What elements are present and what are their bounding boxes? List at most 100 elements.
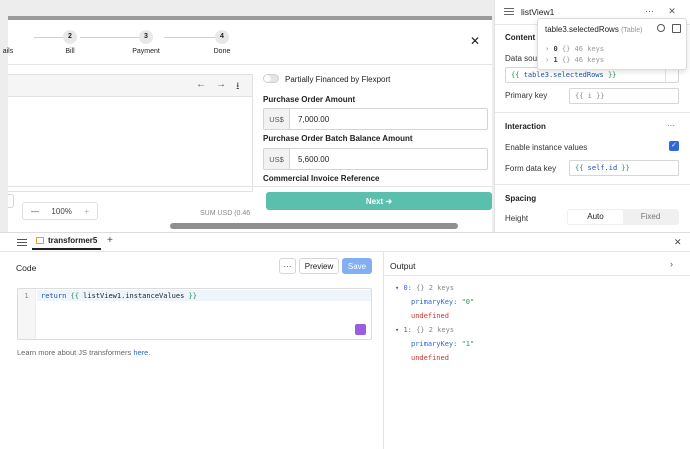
code-section-label: Code [16,263,37,273]
more-icon[interactable]: ··· [667,121,675,130]
next-button[interactable]: Next ➜ [266,192,492,210]
popover-row[interactable]: › 1 {} 46 keys [545,56,604,64]
row-braces: {} [561,56,571,64]
close-icon[interactable]: ✕ [470,34,480,48]
output-index: 0: [403,284,412,292]
zoom-control: — 100% + [22,202,98,220]
enable-instance-label: Enable instance values [505,143,588,152]
height-label: Height [505,214,529,223]
enable-instance-checkbox[interactable]: ✓ [669,141,679,151]
popover-type: (Table) [621,27,643,34]
zoom-out-button[interactable]: — [31,207,39,216]
popover-title: table3.selectedRows (Table) [545,25,642,34]
po-amount-field[interactable]: US$ 7,000.00 [263,108,488,130]
code-line: return {{ listView1.instanceValues }} [41,292,197,300]
po-batch-label: Purchase Order Batch Balance Amount [263,134,413,143]
step-payment[interactable]: 3 Payment [126,30,166,55]
section-interaction-title[interactable]: Interaction [505,122,546,131]
app-canvas: ails 2 Bill 3 Payment 4 Done ✕ ← → ⭳ Par… [0,0,494,232]
modal-divider [8,64,492,65]
code-editor[interactable]: 1 return {{ listView1.instanceValues }} [17,288,372,340]
output-key-value: "1" [461,340,475,348]
output-item[interactable]: ▾ 1: {} 2 keys [395,326,454,334]
form-data-key-expression: self.id [587,164,618,172]
expression-preview-popover: table3.selectedRows (Table) › 0 {} 46 ke… [537,18,687,70]
help-text-body: Learn more about JS transformers [17,348,134,357]
output-undefined: undefined [411,354,449,362]
output-braces: {} [416,326,425,334]
popover-expression: table3.selectedRows [545,25,619,34]
output-item[interactable]: ▾ 0: {} 2 keys [395,284,454,292]
add-tab-button[interactable]: + [107,235,113,246]
help-link[interactable]: here [133,348,148,357]
assistant-icon[interactable] [355,324,366,335]
po-amount-value: 7,000.00 [298,114,330,124]
output-keys: 2 keys [428,284,455,292]
step-bill[interactable]: 2 Bill [50,30,90,55]
modal-footer-divider [8,186,492,187]
form-data-key-input[interactable]: {{ self.id }} [569,160,679,176]
arrow-right-icon[interactable]: → [216,79,226,90]
brace-open: {{ [511,71,520,79]
zoom-in-button[interactable]: + [84,207,89,216]
step-label: Done [213,48,231,55]
query-editor-panel: transformer5 + ✕ Code ··· Preview Save 1… [0,232,690,449]
output-prop: undefined [411,354,449,362]
output-section-label: Output [390,261,416,271]
primary-key-label: Primary key [505,91,548,100]
output-prop: primaryKey: "1" [411,340,474,348]
step-label: ails [2,48,14,55]
row-keys: 46 keys [574,45,605,53]
currency-label: US$ [264,109,290,129]
output-braces: {} [416,284,425,292]
step-done[interactable]: 4 Done [202,30,242,55]
brace-close: }} [607,71,617,79]
horizontal-scrollbar[interactable] [170,223,458,229]
more-icon[interactable]: ··· [645,6,654,16]
left-button-edge[interactable] [8,194,14,208]
output-key-value: "0" [461,298,475,306]
download-icon[interactable]: ⭳ [236,79,240,96]
divider [495,112,690,113]
component-name[interactable]: listView1 [521,7,554,17]
more-options-button[interactable]: ··· [279,258,296,274]
expand-icon[interactable] [665,68,675,82]
brace-open: {{ [575,164,584,172]
help-text-tail: . [148,348,151,357]
brace-open: {{ [70,292,79,300]
output-index: 1: [403,326,412,334]
primary-key-input[interactable]: {{ i }} [569,88,679,104]
row-keys: 46 keys [574,56,605,64]
currency-label: US$ [264,149,290,169]
data-source-expression: table3.selectedRows [523,71,604,79]
step-label: Bill [65,48,75,55]
chevron-right-icon[interactable]: › [670,259,673,269]
brace-close: }} [188,292,197,300]
preview-button[interactable]: Preview [299,258,339,274]
row-index: 1 [553,56,558,64]
financed-toggle[interactable] [263,74,279,83]
po-amount-label: Purchase Order Amount [263,95,356,104]
popout-icon[interactable] [672,24,681,33]
popover-row[interactable]: › 0 {} 46 keys [545,45,604,53]
arrow-left-icon[interactable]: ← [196,79,206,90]
step-details[interactable]: ails [0,30,28,55]
height-segmented-control: Auto Fixed [567,209,679,225]
menu-icon[interactable] [17,239,27,246]
save-button[interactable]: Save [342,258,372,274]
step-number: 3 [139,30,153,44]
close-editor-icon[interactable]: ✕ [674,237,682,248]
menu-icon[interactable] [504,8,514,15]
refresh-icon[interactable] [657,24,665,32]
height-option-auto[interactable]: Auto [568,210,623,224]
tab-label: transformer5 [48,236,98,245]
close-panel-icon[interactable]: ✕ [665,6,679,18]
height-option-fixed[interactable]: Fixed [623,210,678,224]
help-text: Learn more about JS transformers here. [17,348,150,357]
behind-text: SUM USD (0.46 [200,210,251,217]
tab-transformer5[interactable]: transformer5 [32,233,102,250]
section-spacing-title[interactable]: Spacing [505,194,536,203]
section-content-title[interactable]: Content [505,33,535,42]
po-batch-field[interactable]: US$ 5,600.00 [263,148,488,170]
line-gutter: 1 [18,289,36,339]
